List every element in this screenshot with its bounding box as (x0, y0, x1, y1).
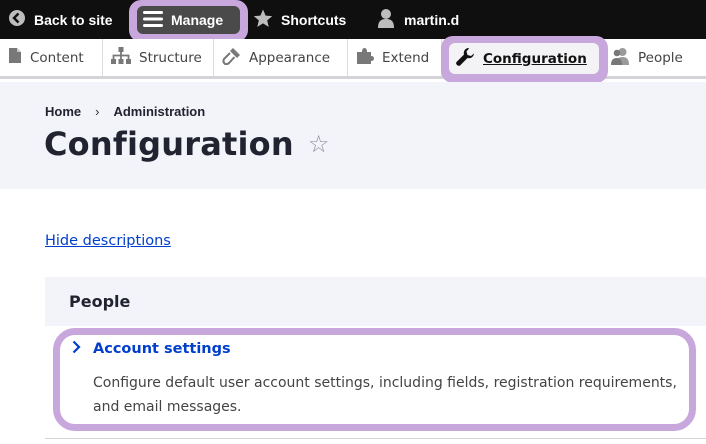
breadcrumb-home[interactable]: Home (45, 104, 81, 119)
tab-people-label: People (638, 49, 683, 66)
page-title: Configuration ☆ (44, 125, 330, 163)
chevron-right-icon (72, 340, 81, 358)
tab-configuration-label: Configuration (483, 50, 587, 67)
shortcuts-label: Shortcuts (281, 11, 347, 28)
hamburger-icon (143, 10, 163, 31)
tab-people[interactable]: People (610, 39, 683, 76)
star-icon (253, 9, 273, 31)
tab-appearance-label: Appearance (249, 49, 331, 66)
tab-configuration[interactable]: Configuration (449, 43, 599, 74)
tab-extend-label: Extend (382, 49, 430, 66)
breadcrumb-separator: › (95, 104, 100, 119)
page-title-text: Configuration (44, 125, 294, 163)
tab-content[interactable]: Content (0, 39, 103, 76)
tab-structure-label: Structure (139, 49, 202, 66)
manage-button[interactable]: Manage (137, 6, 240, 34)
manage-label: Manage (171, 12, 224, 28)
account-settings-description: Configure default user account settings,… (93, 375, 677, 415)
puzzle-icon (356, 47, 374, 69)
user-label: martin.d (404, 11, 460, 28)
file-icon (8, 47, 22, 68)
tab-appearance[interactable]: Appearance (214, 39, 348, 76)
divider (45, 438, 706, 439)
hide-descriptions-link[interactable]: Hide descriptions (45, 233, 171, 249)
account-settings-title: Account settings (93, 341, 231, 357)
add-shortcut-star-icon[interactable]: ☆ (308, 130, 330, 158)
user-menu-button[interactable]: martin.d (377, 0, 459, 39)
page-header: Home › Administration Configuration ☆ (0, 82, 706, 189)
back-to-site-link[interactable]: Back to site (0, 0, 127, 39)
paint-brush-icon (222, 47, 241, 69)
tab-structure[interactable]: Structure (103, 39, 214, 76)
tab-content-label: Content (30, 49, 84, 66)
user-icon (377, 8, 395, 31)
panel-title: People (45, 277, 706, 326)
breadcrumb: Home › Administration (45, 104, 205, 119)
tab-extend[interactable]: Extend (348, 39, 442, 76)
breadcrumb-administration[interactable]: Administration (113, 104, 205, 119)
shortcuts-button[interactable]: Shortcuts (253, 0, 346, 39)
wrench-icon (455, 47, 475, 71)
back-to-site-label: Back to site (34, 11, 113, 28)
sitemap-icon (111, 47, 131, 68)
people-icon (610, 47, 630, 69)
back-arrow-icon (8, 9, 26, 30)
account-settings-link[interactable]: Account settings (72, 340, 231, 358)
admin-toolbar: Back to site (0, 0, 706, 39)
